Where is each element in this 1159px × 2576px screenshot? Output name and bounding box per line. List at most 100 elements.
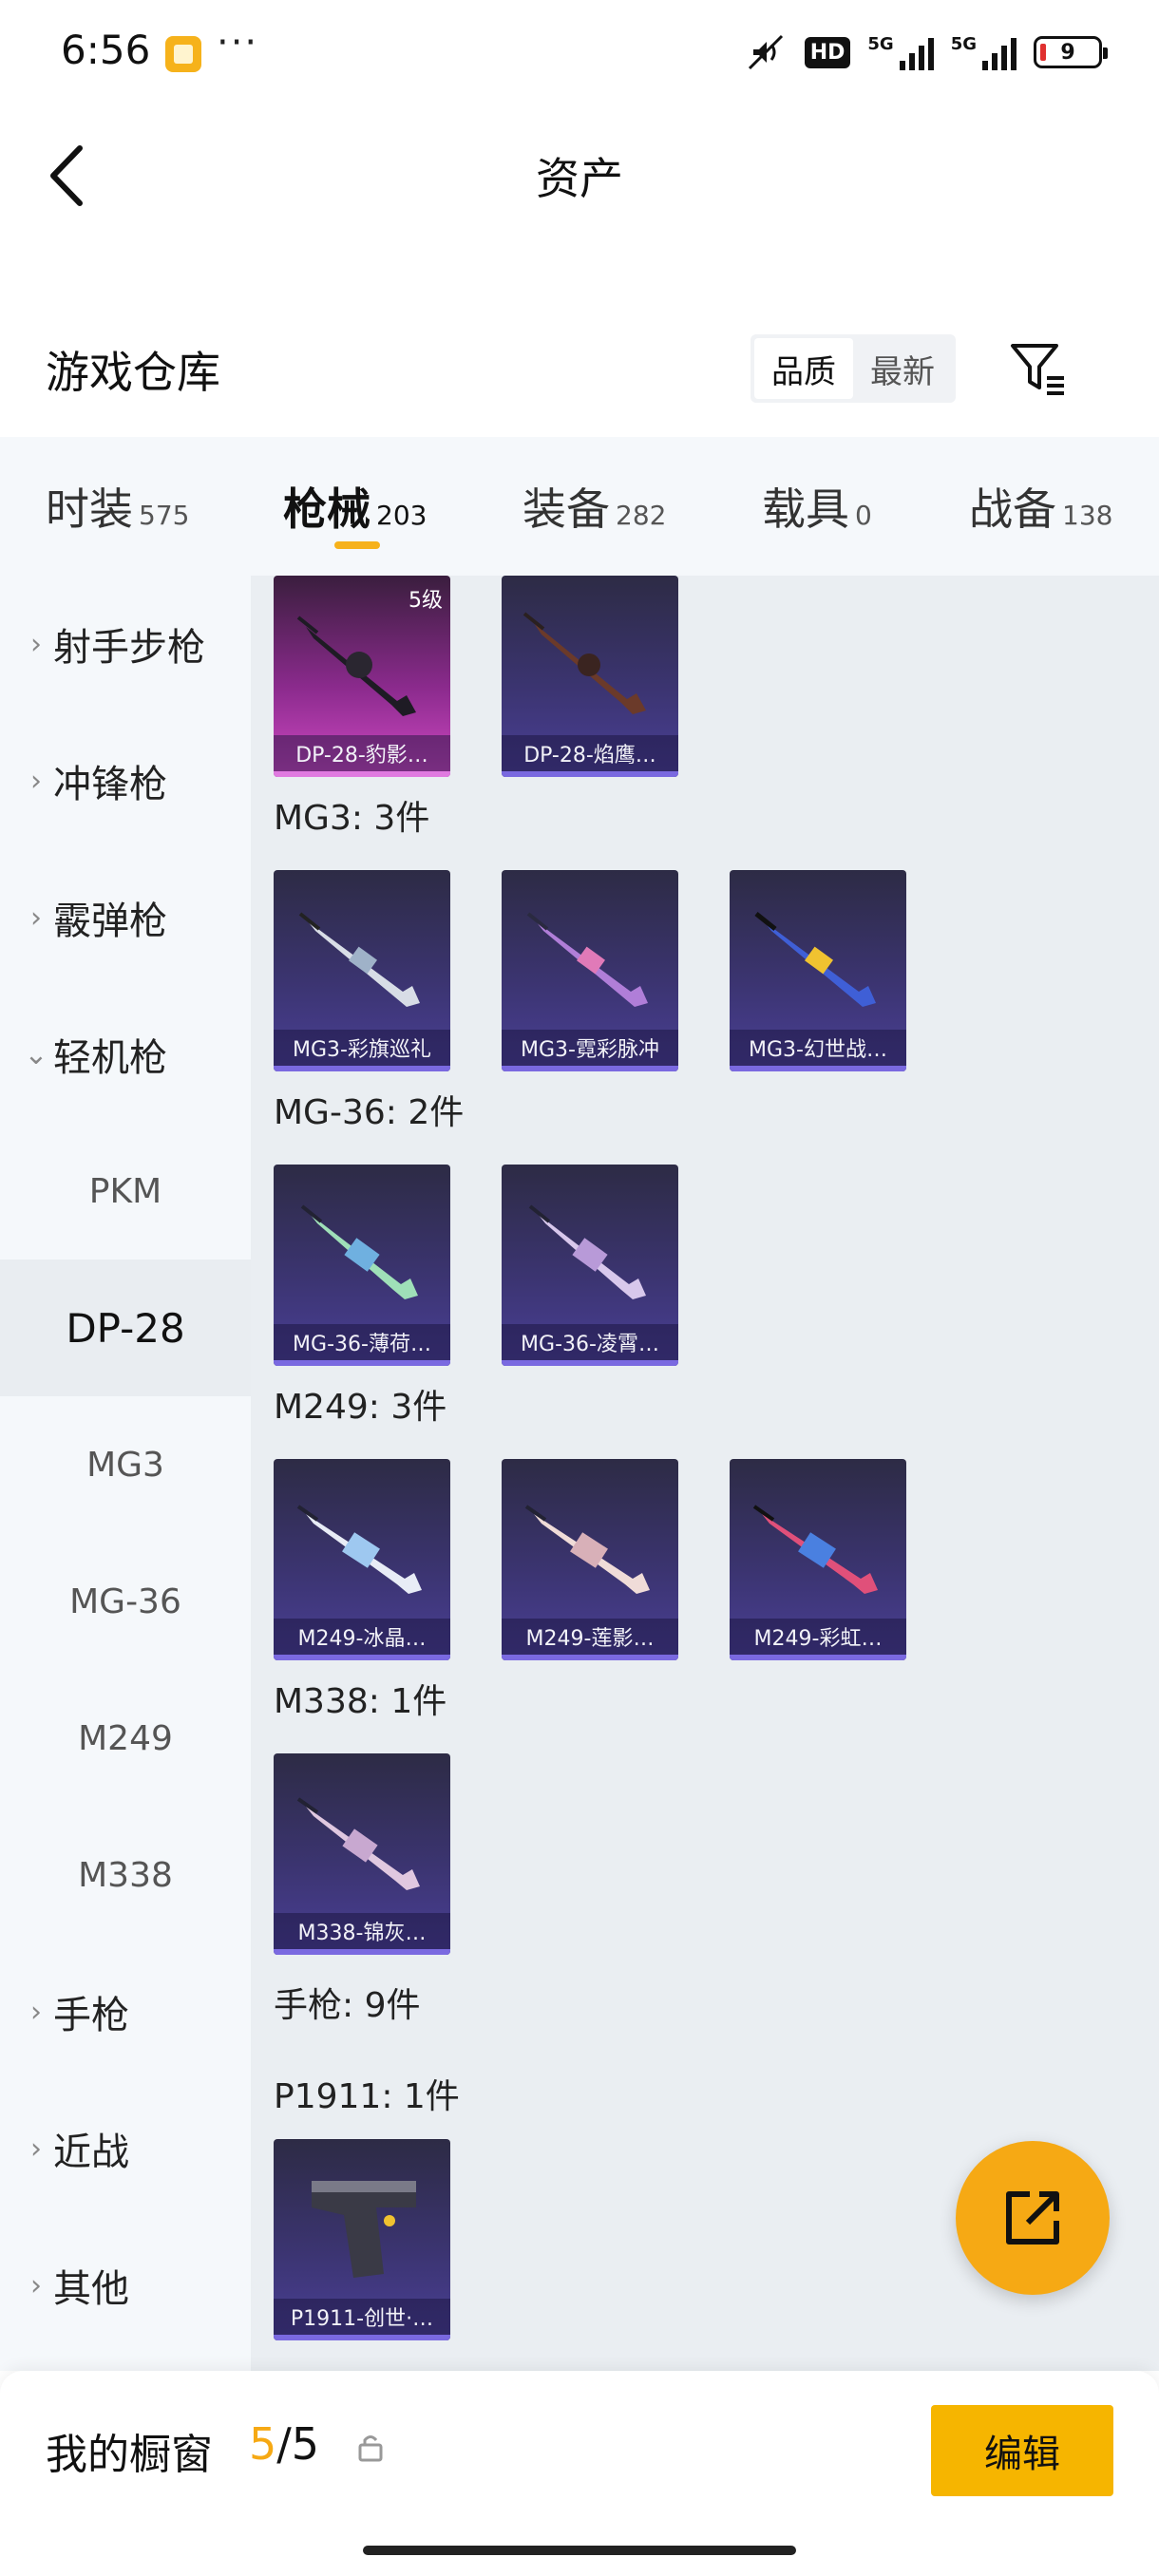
tab-count: 203 — [376, 500, 428, 531]
weapon-card[interactable]: MG-36-薄荷… — [274, 1165, 450, 1366]
group-title: MG-36: 2件 — [274, 1093, 465, 1132]
tab-label: 载具 — [762, 483, 849, 535]
lmg-icon — [526, 912, 648, 1007]
weapon-card[interactable]: M249-莲影… — [502, 1459, 678, 1660]
more-notifications-icon: ··· — [217, 21, 259, 65]
back-button[interactable] — [38, 142, 95, 209]
share-icon — [1006, 2191, 1059, 2245]
home-indicator[interactable] — [363, 2546, 796, 2555]
notification-app-icon — [165, 36, 201, 72]
showcase-label: 我的橱窗 — [46, 2431, 213, 2479]
status-time: 6:56 — [61, 27, 151, 73]
sort-toggle: 品质 最新 — [750, 334, 956, 403]
weapon-card[interactable]: MG3-霓彩脉冲 — [502, 870, 678, 1071]
sidebar-item-smg[interactable]: › 冲锋枪 — [0, 712, 251, 849]
tab-count: 575 — [139, 500, 190, 531]
sort-latest[interactable]: 最新 — [853, 338, 952, 399]
sidebar-item-label: 冲锋枪 — [53, 763, 167, 806]
sidebar-item-label: 手枪 — [53, 1994, 129, 2037]
tab-guns[interactable]: 枪械 203 — [283, 475, 427, 538]
lmg-icon — [752, 1505, 878, 1594]
weapon-card[interactable]: DP-28-焰鹰… — [502, 576, 678, 777]
sidebar-item-shotgun[interactable]: › 霰弹枪 — [0, 849, 251, 986]
weapon-card[interactable]: MG3-幻世战… — [730, 870, 906, 1071]
sidebar-item-label: 其他 — [53, 2267, 129, 2311]
sidebar-subitem-dp28[interactable]: DP-28 — [0, 1260, 251, 1396]
page-title: 资产 — [536, 153, 623, 204]
level-badge: 5级 — [408, 589, 443, 613]
tab-label: 枪械 — [283, 483, 370, 535]
filter-icon — [1011, 344, 1064, 395]
sidebar-subitem-m249[interactable]: M249 — [0, 1670, 251, 1807]
sidebar-item-lmg[interactable]: ⌄ 轻机枪 — [0, 986, 251, 1123]
weapon-card-name: M249-冰晶… — [274, 1619, 450, 1660]
sidebar-subitem-m338[interactable]: M338 — [0, 1807, 251, 1943]
tab-label: 战备 — [969, 483, 1056, 535]
lmg-icon — [522, 612, 646, 714]
sidebar-subitem-mg3[interactable]: MG3 — [0, 1396, 251, 1533]
lmg-icon — [296, 1505, 422, 1594]
showcase-bar: 我的橱窗 5/5 编辑 — [0, 2371, 1159, 2576]
weapon-card[interactable]: M249-冰晶… — [274, 1459, 450, 1660]
tab-count: 138 — [1062, 500, 1113, 531]
battery-level: 9 — [1060, 40, 1075, 65]
lmg-icon — [298, 912, 420, 1007]
weapon-card[interactable]: M249-彩虹… — [730, 1459, 906, 1660]
category-sidebar: › 射手步枪 › 冲锋枪 › 霰弹枪 ⌄ 轻机枪 PKM DP-28 MG3 M… — [0, 576, 251, 2371]
lock-icon — [358, 2435, 383, 2462]
signal-icon: 5G — [867, 34, 934, 70]
weapon-card-name: DP-28-焰鹰… — [502, 735, 678, 777]
showcase-count: 5/5 — [249, 2418, 319, 2470]
sidebar-item-label: 近战 — [53, 2131, 129, 2174]
weapon-card[interactable]: M338-锦灰… — [274, 1753, 450, 1955]
edit-button[interactable]: 编辑 — [931, 2405, 1113, 2496]
weapon-card-name: M338-锦灰… — [274, 1913, 450, 1955]
chevron-down-icon: ⌄ — [24, 1037, 48, 1071]
weapon-card[interactable]: MG3-彩旗巡礼 — [274, 870, 450, 1071]
chevron-right-icon: › — [30, 2268, 42, 2302]
weapon-grid: 5级 DP-28-豹影… DP-28-焰鹰… MG3: 3件 MG3-彩旗巡礼 … — [251, 576, 1159, 2371]
chevron-right-icon: › — [30, 2131, 42, 2166]
lmg-icon — [528, 1204, 646, 1299]
filter-button[interactable] — [1005, 336, 1072, 403]
tab-label: 装备 — [522, 483, 610, 535]
sidebar-subitem-mg36[interactable]: MG-36 — [0, 1533, 251, 1670]
group-title: P1911: 1件 — [274, 2077, 460, 2116]
weapon-card-name: MG3-霓彩脉冲 — [502, 1030, 678, 1071]
tab-equipment[interactable]: 装备 282 — [522, 475, 666, 538]
lmg-icon — [296, 1797, 420, 1890]
category-title: 手枪: 9件 — [274, 1986, 421, 2025]
share-button[interactable] — [956, 2141, 1110, 2295]
tab-count: 0 — [855, 500, 872, 531]
sidebar-item-pistol[interactable]: › 手枪 — [0, 1943, 251, 2080]
status-bar: 6:56 ··· HD 5G 5G 9 — [0, 0, 1159, 104]
battery-icon: 9 — [1034, 36, 1108, 68]
signal-icon-2: 5G — [951, 34, 1016, 70]
weapon-card-name: M249-莲影… — [502, 1619, 678, 1660]
lmg-icon — [300, 1204, 418, 1299]
group-title: MG3: 3件 — [274, 799, 430, 838]
sidebar-item-label: 霰弹枪 — [53, 900, 167, 943]
sidebar-item-marksman-rifle[interactable]: › 射手步枪 — [0, 576, 251, 712]
weapon-card-name: DP-28-豹影… — [274, 735, 450, 777]
tab-count: 282 — [616, 500, 667, 531]
sidebar-item-other[interactable]: › 其他 — [0, 2217, 251, 2354]
sidebar-item-melee[interactable]: › 近战 — [0, 2080, 251, 2217]
tab-fashion[interactable]: 时装 575 — [46, 475, 189, 538]
showcase-total: 5 — [291, 2418, 320, 2470]
status-icons: HD 5G 5G 9 — [744, 28, 1108, 76]
sidebar-subitem-pkm[interactable]: PKM — [0, 1123, 251, 1260]
weapon-card[interactable]: 5级 DP-28-豹影… — [274, 576, 450, 777]
weapon-card-name: MG3-幻世战… — [730, 1030, 906, 1071]
pistol-icon — [312, 2181, 416, 2278]
weapon-card[interactable]: MG-36-凌霄… — [502, 1165, 678, 1366]
network-label: 5G — [867, 34, 894, 54]
weapon-card-name: P1911-创世·… — [274, 2299, 450, 2340]
tab-supplies[interactable]: 战备 138 — [969, 475, 1112, 538]
weapon-card-name: MG3-彩旗巡礼 — [274, 1030, 450, 1071]
sort-quality[interactable]: 品质 — [754, 338, 853, 399]
weapon-card-name: MG-36-凌霄… — [502, 1324, 678, 1366]
sidebar-item-label: 射手步枪 — [53, 626, 205, 670]
weapon-card[interactable]: P1911-创世·… — [274, 2139, 450, 2340]
tab-vehicles[interactable]: 载具 0 — [762, 475, 872, 538]
